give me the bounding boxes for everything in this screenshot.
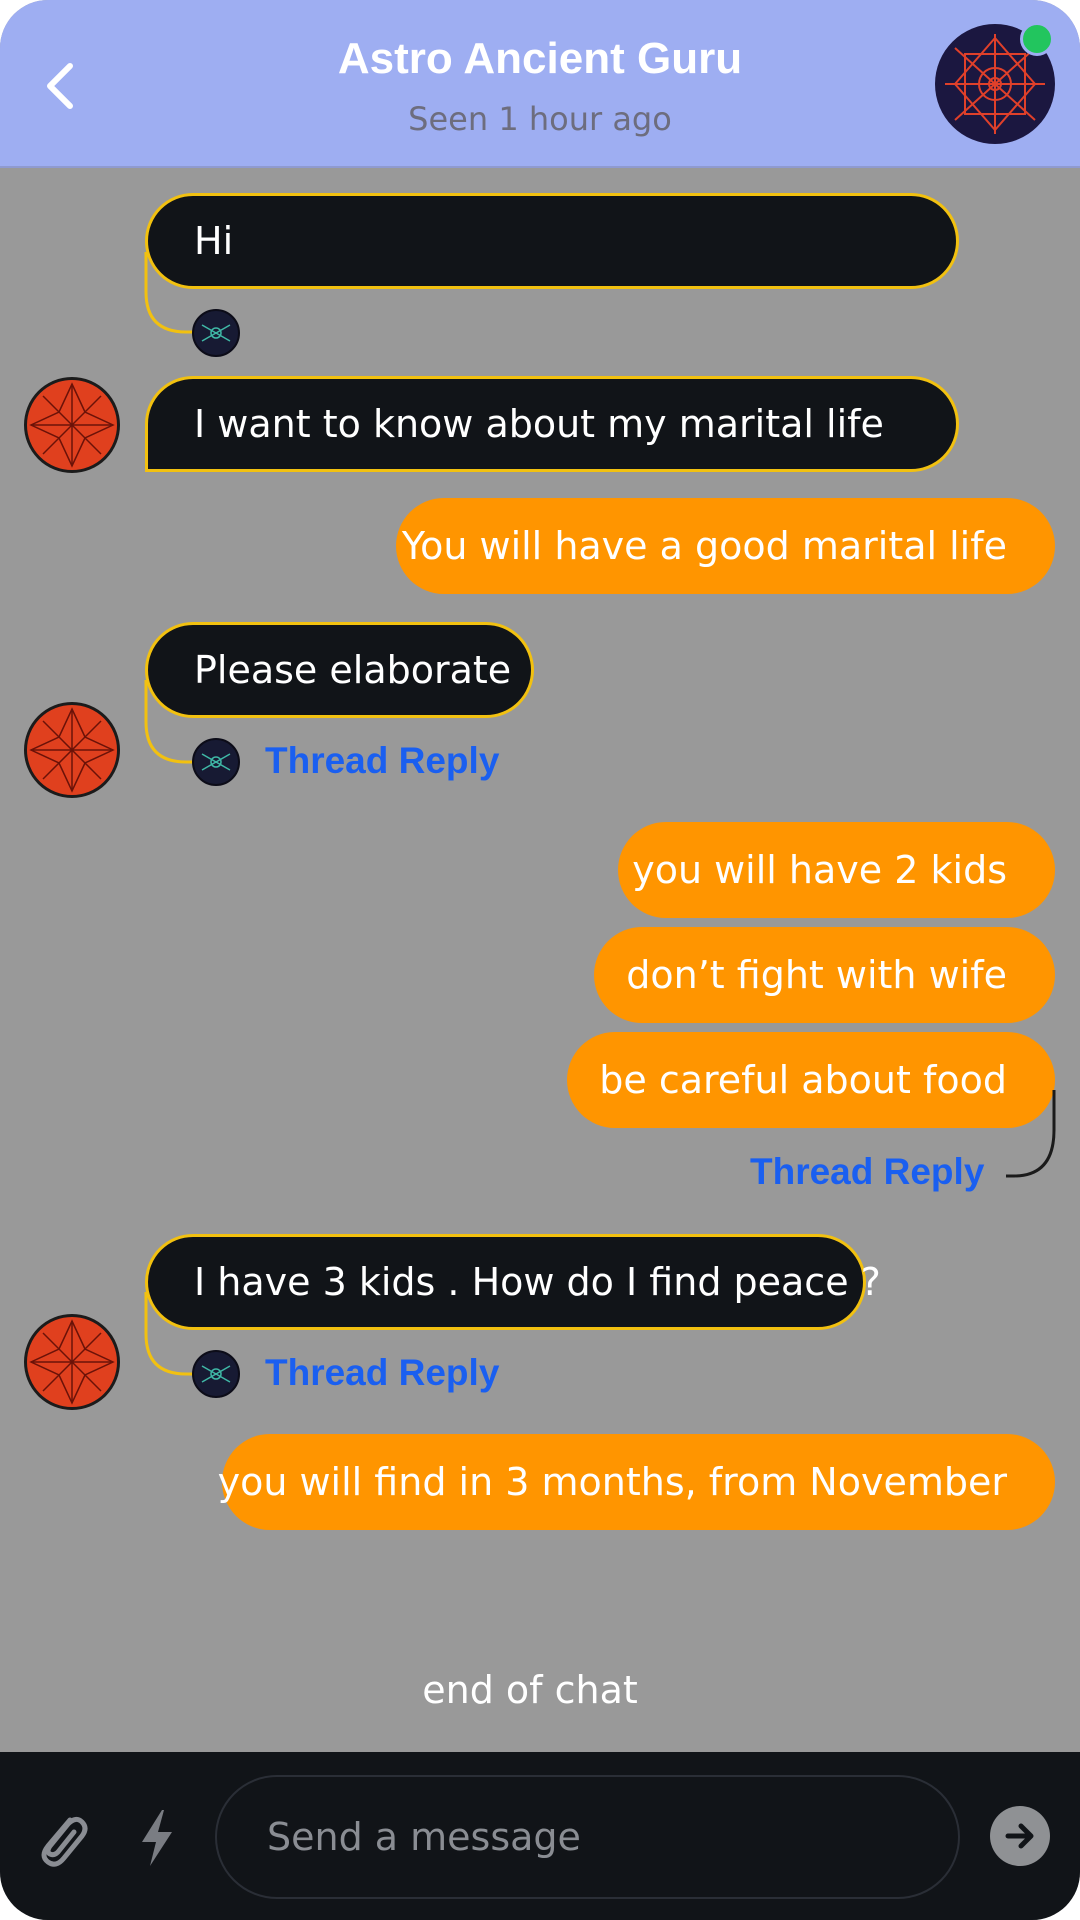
- outgoing-message[interactable]: be careful about food: [567, 1032, 1055, 1128]
- paperclip-icon: [41, 1816, 88, 1867]
- thread-connector: [144, 252, 194, 334]
- thread-reply-link[interactable]: Thread Reply: [265, 1352, 499, 1394]
- lightning-icon: [142, 1810, 172, 1866]
- user-avatar-pattern: [29, 382, 115, 468]
- incoming-message[interactable]: I want to know about my marital life: [145, 376, 959, 472]
- message-text: don’t fight with wife: [626, 953, 1007, 997]
- chat-screen: Astro Ancient Guru Seen 1 hour ago Hi I …: [0, 0, 1080, 1920]
- message-text: be careful about food: [599, 1058, 1007, 1102]
- end-of-chat-label: end of chat: [422, 1668, 638, 1712]
- outgoing-message[interactable]: you will find in 3 months, from November: [218, 1434, 1055, 1530]
- send-arrow-icon: [1005, 1823, 1034, 1849]
- thread-connector: [1006, 1090, 1056, 1178]
- quick-actions-button[interactable]: [132, 1806, 182, 1870]
- send-button[interactable]: [990, 1806, 1050, 1866]
- chat-header: Astro Ancient Guru Seen 1 hour ago: [0, 0, 1080, 168]
- outgoing-message[interactable]: you will have 2 kids: [618, 822, 1055, 918]
- user-avatar[interactable]: [24, 377, 120, 473]
- attach-button[interactable]: [30, 1806, 94, 1870]
- outgoing-message[interactable]: You will have a good marital life: [396, 498, 1055, 594]
- thread-reply-avatar: [192, 309, 240, 357]
- message-text: you will have 2 kids: [632, 848, 1007, 892]
- mini-avatar-pattern: [201, 753, 231, 771]
- thread-reply-avatar: [192, 738, 240, 786]
- incoming-message[interactable]: I have 3 kids . How do I find peace ?: [145, 1234, 881, 1330]
- message-text: I have 3 kids . How do I find peace ?: [194, 1260, 881, 1304]
- mini-avatar-pattern: [201, 1365, 231, 1383]
- user-avatar[interactable]: [24, 702, 120, 798]
- message-text: You will have a good marital life: [401, 524, 1007, 568]
- user-avatar[interactable]: [24, 1314, 120, 1410]
- chat-title: Astro Ancient Guru: [337, 34, 743, 83]
- thread-reply-link[interactable]: Thread Reply: [750, 1151, 984, 1193]
- last-seen-status: Seen 1 hour ago: [408, 100, 672, 138]
- message-input[interactable]: [215, 1775, 960, 1899]
- online-status-dot: [1020, 22, 1054, 56]
- message-text: I want to know about my marital life: [194, 402, 884, 446]
- thread-reply-link[interactable]: Thread Reply: [265, 740, 499, 782]
- user-avatar-pattern: [29, 707, 115, 793]
- user-avatar-pattern: [29, 1319, 115, 1405]
- message-text: you will find in 3 months, from November: [217, 1460, 1007, 1504]
- mini-avatar-pattern: [201, 324, 231, 342]
- message-text: Please elaborate: [194, 648, 512, 692]
- incoming-message[interactable]: Please elaborate: [145, 622, 534, 718]
- thread-reply-avatar: [192, 1350, 240, 1398]
- outgoing-message[interactable]: don’t fight with wife: [594, 927, 1055, 1023]
- incoming-message[interactable]: Hi: [145, 193, 959, 289]
